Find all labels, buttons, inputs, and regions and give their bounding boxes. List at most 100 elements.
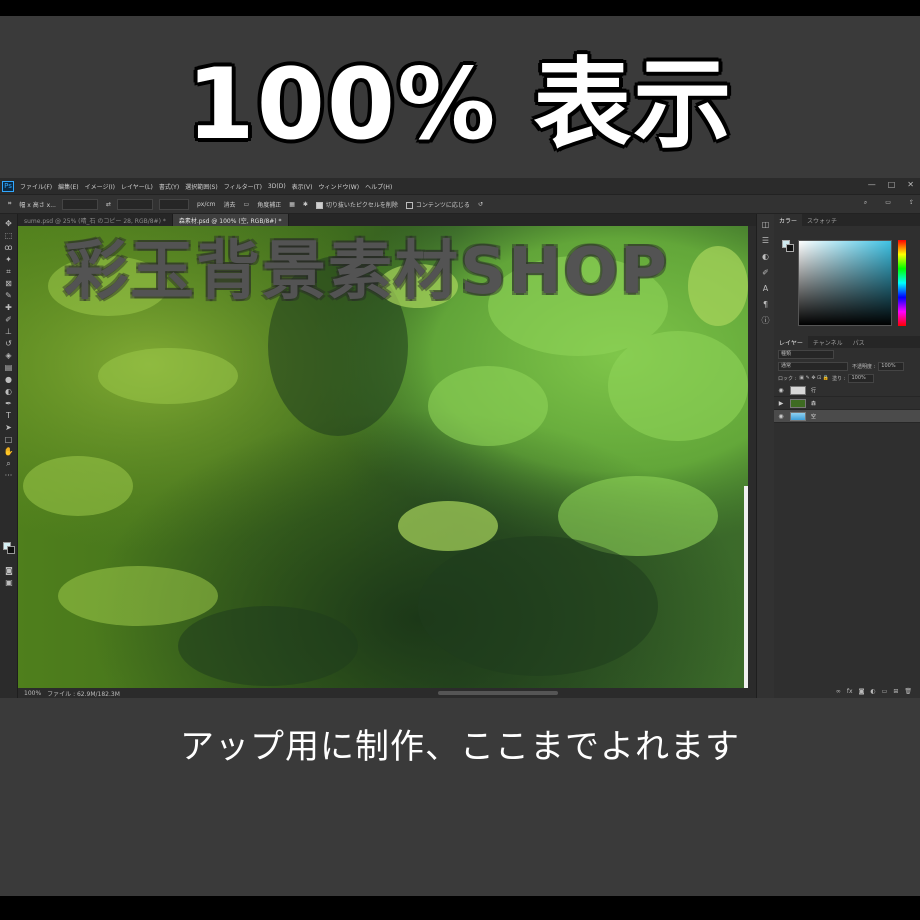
tab-paths[interactable]: パス [848,336,870,348]
type-tool-icon[interactable]: T [3,411,15,421]
eyedropper-tool-icon[interactable]: ✎ [3,291,15,301]
unit-select[interactable]: px/cm [197,201,216,208]
visibility-eye-icon[interactable]: ◉ [776,387,786,394]
menu-edit[interactable]: 編集(E) [58,182,78,191]
tab-layers[interactable]: レイヤー [774,336,808,348]
quick-mask-icon[interactable]: ◙ [3,566,15,576]
straighten-icon[interactable]: ▭ [244,201,250,208]
menu-bar: Ps ファイル(F) 編集(E) イメージ(I) レイヤー(L) 書式(Y) 選… [0,178,920,194]
tab-channels[interactable]: チャンネル [808,336,848,348]
visibility-eye-icon[interactable]: ◉ [776,413,786,420]
adjustment-layer-icon[interactable]: ◐ [870,688,875,695]
lock-label: ロック : [778,375,797,382]
gradient-tool-icon[interactable]: ▤ [3,363,15,373]
add-mask-icon[interactable]: ◙ [859,688,865,695]
lasso-tool-icon[interactable]: ꝏ [3,243,15,253]
doc-tab-2[interactable]: 森素材.psd @ 100% (空, RGB/8#) * [172,214,289,226]
stamp-tool-icon[interactable]: ⊥ [3,327,15,337]
fill-field[interactable]: 100% [848,373,875,383]
layer-name: 空 [811,413,817,420]
content-aware-checkbox[interactable] [405,201,413,209]
dodge-tool-icon[interactable]: ◐ [3,387,15,397]
lock-icons[interactable]: ▣ ✎ ✥ ⊡ 🔒 [799,375,829,381]
horizontal-scrollbar[interactable] [438,691,558,695]
menu-type[interactable]: 書式(Y) [159,182,179,191]
close-button[interactable]: ✕ [907,180,914,190]
lock-row: ロック : ▣ ✎ ✥ ⊡ 🔒 塗り : 100% [774,372,920,384]
eraser-tool-icon[interactable]: ◈ [3,351,15,361]
ratio-select[interactable]: 幅 x 高さ x... [19,200,56,209]
share-icon[interactable]: ⇪ [909,199,914,207]
magic-wand-tool-icon[interactable]: ✦ [3,255,15,265]
menu-image[interactable]: イメージ(I) [85,182,115,191]
blend-mode-select[interactable]: 通常 [778,361,848,371]
hue-slider[interactable] [898,240,906,326]
link-layers-icon[interactable]: ∞ [836,688,841,695]
zoom-level[interactable]: 100% [24,690,41,697]
brush-tool-icon[interactable]: ✐ [3,315,15,325]
pen-tool-icon[interactable]: ✒ [3,399,15,409]
crop-tool-icon[interactable]: ⌗ [3,267,15,277]
path-select-tool-icon[interactable]: ➤ [3,423,15,433]
delete-cropped-option[interactable]: 切り抜いたピクセルを削除 [315,200,398,209]
marquee-tool-icon[interactable]: ⬚ [3,231,15,241]
menu-file[interactable]: ファイル(F) [20,182,52,191]
search-icon[interactable]: ⌕ [864,199,867,207]
delete-layer-icon[interactable]: 🗑 [904,688,912,695]
info-panel-icon[interactable]: ⓘ [761,316,771,326]
straighten-button[interactable]: 角度補正 [257,200,281,209]
maximize-button[interactable]: □ [888,180,896,190]
content-aware-option[interactable]: コンテンツに応じる [405,200,470,209]
reset-icon[interactable]: ↺ [478,201,483,208]
file-size: ファイル : 62.9M/182.3M [47,690,120,698]
layer-style-icon[interactable]: fx [847,688,853,695]
layer-row[interactable]: ◉ 行 [774,384,920,397]
healing-tool-icon[interactable]: ✚ [3,303,15,313]
height-field[interactable] [116,198,153,210]
frame-tool-icon[interactable]: ⊠ [3,279,15,289]
options-right: ⌕ ▭ ⇪ [856,199,914,207]
menu-filter[interactable]: フィルター(T) [224,182,262,191]
hand-tool-icon[interactable]: ✋ [3,447,15,457]
top-letterbox [0,0,920,16]
screen-mode-icon[interactable]: ▣ [3,578,15,588]
settings-icon[interactable]: ✱ [303,201,308,208]
menu-layer[interactable]: レイヤー(L) [121,182,153,191]
kind-filter-select[interactable]: 種類 [778,349,834,359]
shape-tool-icon[interactable]: □ [3,435,15,445]
tab-color[interactable]: カラー [774,214,803,226]
background-color-swatch[interactable] [7,546,15,554]
zoom-tool-icon[interactable]: ⌕ [3,459,15,469]
menu-help[interactable]: ヘルプ(H) [365,182,392,191]
layer-row[interactable]: ▶ 森 [774,397,920,410]
opacity-field[interactable]: 100% [878,361,905,371]
photoshop-logo: Ps [2,180,14,192]
workspace-icon[interactable]: ▭ [885,199,891,207]
collapse-arrow-icon[interactable]: ▶ [776,400,786,407]
blur-tool-icon[interactable]: ● [3,375,15,385]
delete-cropped-checkbox[interactable] [315,201,323,209]
tab-swatches[interactable]: スウォッチ [802,214,842,226]
history-panel-icon[interactable]: ◫ [761,220,771,230]
layer-row-selected[interactable]: ◉ 空 [774,410,920,423]
doc-tab-1[interactable]: sume.psd @ 25% (晴_石 のコピー 28, RGB/8#) * [18,214,173,226]
new-group-icon[interactable]: ▭ [882,688,888,695]
menu-select[interactable]: 選択範囲(S) [185,182,218,191]
layer-name: 森 [811,400,817,407]
menu-3d[interactable]: 3D(D) [268,183,286,190]
clear-button[interactable]: 消去 [224,200,236,209]
more-tools-icon[interactable]: ··· [3,471,15,481]
swap-icon[interactable]: ⇄ [106,201,111,208]
resolution-field[interactable] [158,198,189,210]
width-field[interactable] [61,198,98,210]
move-tool-icon[interactable]: ✥ [3,219,15,229]
new-layer-icon[interactable]: ⊞ [893,688,898,695]
delete-cropped-label: 切り抜いたピクセルを削除 [325,201,398,209]
menu-window[interactable]: ウィンドウ(W) [318,182,359,191]
grid-overlay-icon[interactable]: ▦ [289,201,295,208]
minimize-button[interactable]: — [868,180,876,190]
menu-view[interactable]: 表示(V) [292,182,313,191]
history-brush-icon[interactable]: ↺ [3,339,15,349]
crop-tool-icon[interactable]: ⌗ [8,200,11,208]
layer-panel-footer: ∞ fx ◙ ◐ ▭ ⊞ 🗑 [774,684,920,698]
